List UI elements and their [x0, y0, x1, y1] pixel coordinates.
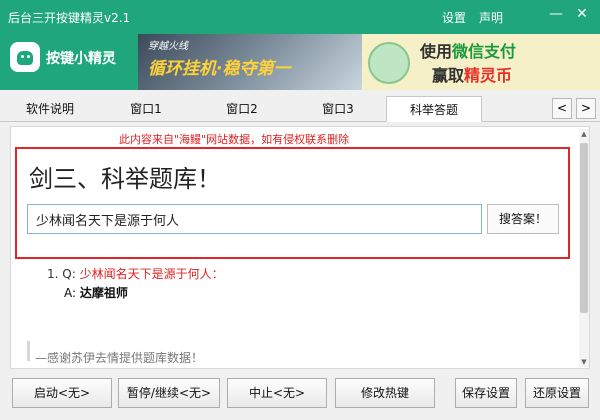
minimize-button[interactable]: —: [547, 6, 565, 22]
tab-window-1[interactable]: 窗口1: [98, 96, 194, 122]
question-text: 少林闻名天下是源于何人：: [79, 267, 224, 281]
quiz-panel: 此内容来自"海鳗"网站数据，如有侵权联系删除 剑三、科举题库！ 搜答案！ 1. …: [10, 126, 590, 369]
start-button[interactable]: 启动<无>: [12, 378, 112, 408]
thanks-text: —感谢苏伊去情提供题库数据！: [35, 351, 204, 365]
tab-bar: 软件说明 窗口1 窗口2 窗口3 科举答题 < >: [0, 96, 600, 122]
search-answer-button[interactable]: 搜答案！: [487, 204, 559, 234]
copyright-notice: 此内容来自"海鳗"网站数据，如有侵权联系删除: [119, 133, 350, 146]
banner-game-name: 穿越火线: [148, 41, 188, 52]
result-answer-line: A: 达摩祖师: [64, 284, 128, 301]
scroll-down-icon[interactable]: ▼: [579, 357, 589, 367]
cf-ad-banner[interactable]: 穿越火线 循环挂机·稳夺第一: [138, 34, 362, 90]
banner2-line2: 赢取精灵币: [432, 66, 513, 85]
stop-button[interactable]: 中止<无>: [227, 378, 327, 408]
search-section: 剑三、科举题库！ 搜答案！: [15, 147, 570, 259]
app-logo-icon: [10, 42, 40, 72]
banner-slogan: 循环挂机·稳夺第一: [148, 59, 291, 79]
bottom-toolbar: 启动<无> 暂停/继续<无> 中止<无> 修改热键 保存设置 还原设置: [0, 370, 600, 420]
tab-window-2[interactable]: 窗口2: [194, 96, 290, 122]
tab-exam-quiz[interactable]: 科举答题: [386, 96, 482, 122]
vertical-scrollbar[interactable]: ▲ ▼: [579, 129, 589, 367]
tab-prev-button[interactable]: <: [552, 98, 572, 119]
title-bar: 后台三开按键精灵v2.1 设置 声明 — ✕: [0, 0, 600, 34]
answer-text: 达摩祖师: [79, 286, 128, 300]
save-settings-button[interactable]: 保存设置: [455, 378, 517, 408]
question-search-input[interactable]: [27, 204, 482, 234]
pause-resume-button[interactable]: 暂停/继续<无>: [118, 378, 220, 408]
settings-menu[interactable]: 设置: [442, 9, 466, 26]
app-logo-text: 按键小精灵: [46, 51, 116, 67]
thanks-divider: [27, 341, 30, 361]
quiz-heading: 剑三、科举题库！: [29, 165, 221, 193]
result-question-line: 1. Q: 少林闻名天下是源于何人：: [47, 265, 224, 282]
answer-label: A:: [64, 286, 77, 300]
tab-next-button[interactable]: >: [576, 98, 596, 119]
question-label: Q:: [62, 267, 76, 281]
result-number: 1.: [47, 267, 59, 281]
close-button[interactable]: ✕: [573, 6, 591, 22]
scroll-thumb[interactable]: [580, 143, 588, 313]
tab-instructions[interactable]: 软件说明: [2, 96, 98, 122]
wechat-pay-banner[interactable]: 使用微信支付 赢取精灵币: [362, 34, 600, 90]
restore-settings-button[interactable]: 还原设置: [525, 378, 589, 408]
banner2-line1: 使用微信支付: [420, 42, 517, 61]
tab-window-3[interactable]: 窗口3: [290, 96, 386, 122]
change-hotkey-button[interactable]: 修改热键: [335, 378, 435, 408]
scroll-up-icon[interactable]: ▲: [579, 129, 589, 139]
mascot-icon: [368, 42, 410, 84]
about-menu[interactable]: 声明: [479, 9, 503, 26]
window-title: 后台三开按键精灵v2.1: [8, 11, 131, 25]
